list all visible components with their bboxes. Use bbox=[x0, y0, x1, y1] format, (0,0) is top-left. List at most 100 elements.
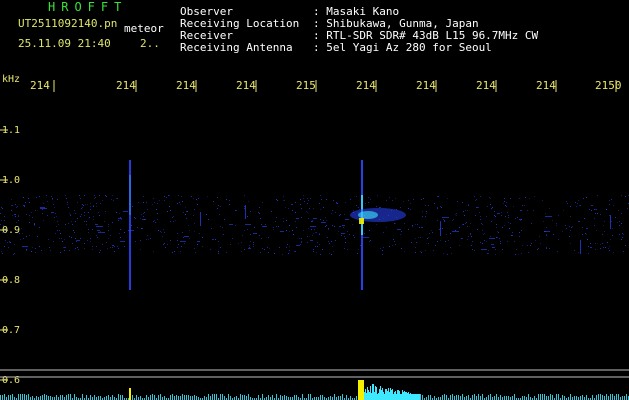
noise-dot bbox=[35, 252, 36, 253]
noise-dot bbox=[546, 248, 547, 249]
noise-dot bbox=[527, 245, 528, 246]
noise-dot bbox=[609, 204, 610, 205]
noise-dot bbox=[218, 253, 219, 254]
spectrum-peak bbox=[378, 393, 379, 400]
noise-dot bbox=[433, 250, 434, 251]
spectrum-peak bbox=[375, 386, 376, 400]
noise-dot bbox=[49, 247, 50, 248]
noise-dot bbox=[260, 252, 261, 253]
noise-dot bbox=[617, 222, 618, 223]
noise-dot bbox=[268, 252, 269, 253]
noise-dot bbox=[570, 206, 571, 207]
noise-dot bbox=[540, 243, 541, 244]
noise-dot bbox=[118, 220, 119, 221]
noise-dot bbox=[96, 203, 97, 204]
noise-dot bbox=[41, 250, 42, 251]
noise-dot bbox=[191, 196, 192, 197]
noise-dot bbox=[602, 243, 603, 244]
noise-dot bbox=[447, 198, 448, 199]
noise-dot bbox=[328, 229, 329, 230]
noise-dot bbox=[85, 204, 86, 205]
spectrum-bar bbox=[152, 394, 153, 400]
noise-dot bbox=[107, 248, 108, 249]
waterfall-spectrogram bbox=[0, 80, 629, 400]
noise-dot bbox=[112, 195, 113, 196]
noise-dot bbox=[320, 254, 321, 255]
noise-dot bbox=[182, 232, 183, 233]
noise-dot bbox=[590, 243, 591, 244]
noise-dot bbox=[294, 251, 295, 252]
spectrum-bar bbox=[108, 395, 109, 400]
noise-dot bbox=[313, 208, 314, 209]
noise-dot bbox=[455, 230, 456, 231]
spectrum-bar bbox=[496, 394, 497, 400]
noise-dot bbox=[570, 216, 571, 217]
noise-dot bbox=[462, 238, 463, 239]
noise-dot bbox=[609, 250, 610, 251]
spectrum-bar bbox=[164, 396, 165, 400]
spectrum-peak bbox=[389, 392, 390, 400]
noise-dot bbox=[595, 243, 596, 244]
noise-dot bbox=[491, 221, 492, 222]
noise-dot bbox=[143, 196, 144, 197]
noise-dot bbox=[450, 247, 451, 248]
noise-dot bbox=[425, 216, 426, 217]
noise-dot bbox=[452, 220, 453, 221]
noise-dot bbox=[326, 220, 327, 221]
noise-dot bbox=[500, 243, 501, 244]
noise-dot bbox=[531, 243, 532, 244]
noise-dot bbox=[465, 223, 466, 224]
noise-dot bbox=[329, 253, 330, 254]
noise-dot bbox=[434, 203, 435, 204]
noise-dot bbox=[5, 228, 6, 229]
noise-dot bbox=[78, 249, 79, 250]
noise-dot bbox=[189, 230, 190, 231]
noise-dot bbox=[289, 250, 290, 251]
spectrum-bar bbox=[240, 394, 241, 400]
noise-dot bbox=[501, 212, 502, 213]
noise-dot bbox=[313, 249, 314, 250]
spectrum-bar bbox=[212, 394, 213, 400]
noise-dot bbox=[345, 202, 346, 203]
noise-dot bbox=[333, 200, 334, 201]
noise-dot bbox=[504, 201, 505, 202]
noise-dot bbox=[161, 232, 162, 233]
noise-dot bbox=[358, 207, 359, 208]
spectrum-bar bbox=[160, 394, 161, 400]
noise-dot bbox=[521, 230, 522, 231]
noise-dot bbox=[533, 210, 534, 211]
noise-dot bbox=[96, 235, 97, 236]
noise-dot bbox=[519, 236, 520, 237]
noise-dot bbox=[314, 229, 315, 230]
spectrum-bar bbox=[616, 394, 617, 400]
noise-dot bbox=[492, 207, 493, 208]
noise-dot bbox=[42, 209, 43, 210]
noise-dot bbox=[477, 229, 478, 230]
noise-dot bbox=[319, 234, 320, 235]
noise-dot bbox=[552, 220, 553, 221]
noise-dot bbox=[275, 221, 276, 222]
spectrum-peak bbox=[390, 388, 391, 400]
noise-dot bbox=[156, 209, 157, 210]
noise-dot bbox=[147, 235, 148, 236]
noise-dot bbox=[112, 222, 113, 223]
noise-dot bbox=[117, 246, 118, 247]
noise-dot bbox=[148, 239, 149, 240]
noise-dot bbox=[75, 213, 76, 214]
noise-streak bbox=[519, 219, 522, 220]
noise-dot bbox=[622, 233, 623, 234]
noise-dot bbox=[183, 237, 184, 238]
noise-dot bbox=[312, 220, 313, 221]
spectrum-bar bbox=[528, 394, 529, 400]
noise-dot bbox=[474, 196, 475, 197]
noise-dot bbox=[43, 220, 44, 221]
noise-dot bbox=[253, 246, 254, 247]
noise-dot bbox=[50, 250, 51, 251]
noise-dot bbox=[18, 216, 19, 217]
noise-dot bbox=[93, 216, 94, 217]
spectrum-bar bbox=[546, 396, 547, 400]
noise-dot bbox=[468, 236, 469, 237]
noise-dot bbox=[627, 208, 628, 209]
noise-dot bbox=[52, 198, 53, 199]
noise-dot bbox=[157, 213, 158, 214]
